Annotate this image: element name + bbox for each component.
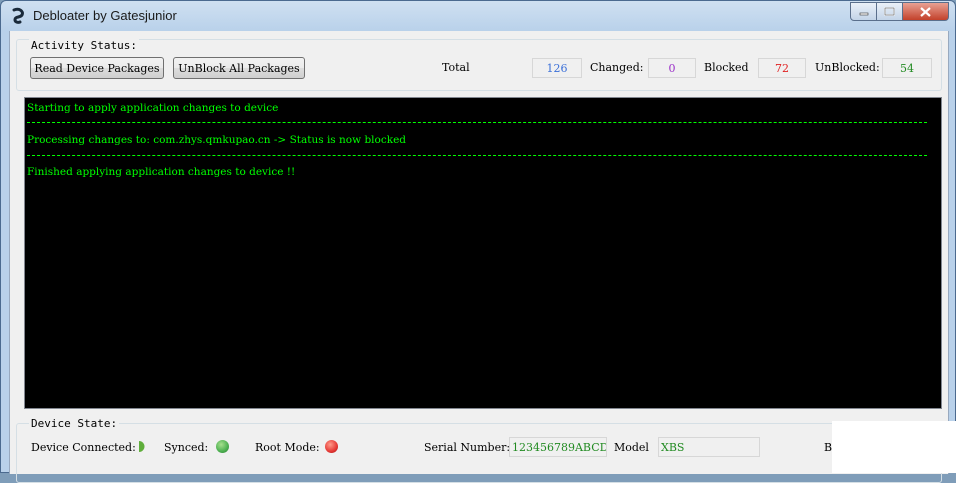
window-controls [850, 2, 949, 22]
total-label: Total [442, 61, 470, 74]
log-divider [27, 122, 927, 123]
minimize-icon [859, 12, 868, 15]
unblocked-count: 54 [882, 58, 932, 78]
unblocked-label: UnBlocked: [815, 61, 880, 74]
model-label: Model [614, 441, 649, 454]
log-line: Processing changes to: com.zhys.qmkupao.… [27, 134, 407, 146]
read-device-packages-button[interactable]: Read Device Packages [30, 57, 164, 79]
maximize-button[interactable] [877, 2, 903, 21]
blocked-count: 72 [758, 58, 806, 78]
log-line: Finished applying application changes to… [27, 166, 296, 178]
log-divider [27, 155, 927, 156]
changed-label: Changed: [590, 61, 644, 74]
log-line: Starting to apply application changes to… [27, 102, 279, 114]
maximize-icon [884, 7, 895, 16]
total-count: 126 [532, 58, 582, 78]
app-logo-icon [12, 7, 24, 24]
serial-number-field[interactable]: 123456789ABCDEF [509, 437, 607, 457]
changed-count: 0 [648, 58, 696, 78]
root-mode-indicator [325, 440, 338, 453]
title-bar[interactable]: Debloater by Gatesjunior [1, 1, 955, 31]
minimize-button[interactable] [850, 2, 877, 21]
close-icon [920, 6, 931, 17]
device-connected-indicator [139, 441, 145, 452]
root-mode-label: Root Mode: [255, 441, 320, 454]
activity-status-label: Activity Status: [29, 39, 139, 52]
close-button[interactable] [903, 2, 949, 21]
window-title: Debloater by Gatesjunior [33, 8, 177, 23]
synced-indicator [216, 440, 229, 453]
blocked-label: Blocked [704, 61, 749, 74]
device-connected-label: Device Connected: [31, 441, 136, 454]
app-window: Debloater by Gatesjunior Activity Status… [0, 0, 956, 483]
serial-number-label: Serial Number: [424, 441, 511, 454]
unblock-all-packages-button[interactable]: UnBlock All Packages [173, 57, 305, 79]
screen-occlusion [832, 421, 956, 473]
log-console[interactable]: Starting to apply application changes to… [24, 97, 942, 409]
main-panel: Activity Status: Read Device Packages Un… [9, 31, 949, 483]
model-field[interactable]: XBS [658, 437, 760, 457]
device-state-label: Device State: [29, 417, 120, 430]
synced-label: Synced: [164, 441, 209, 454]
